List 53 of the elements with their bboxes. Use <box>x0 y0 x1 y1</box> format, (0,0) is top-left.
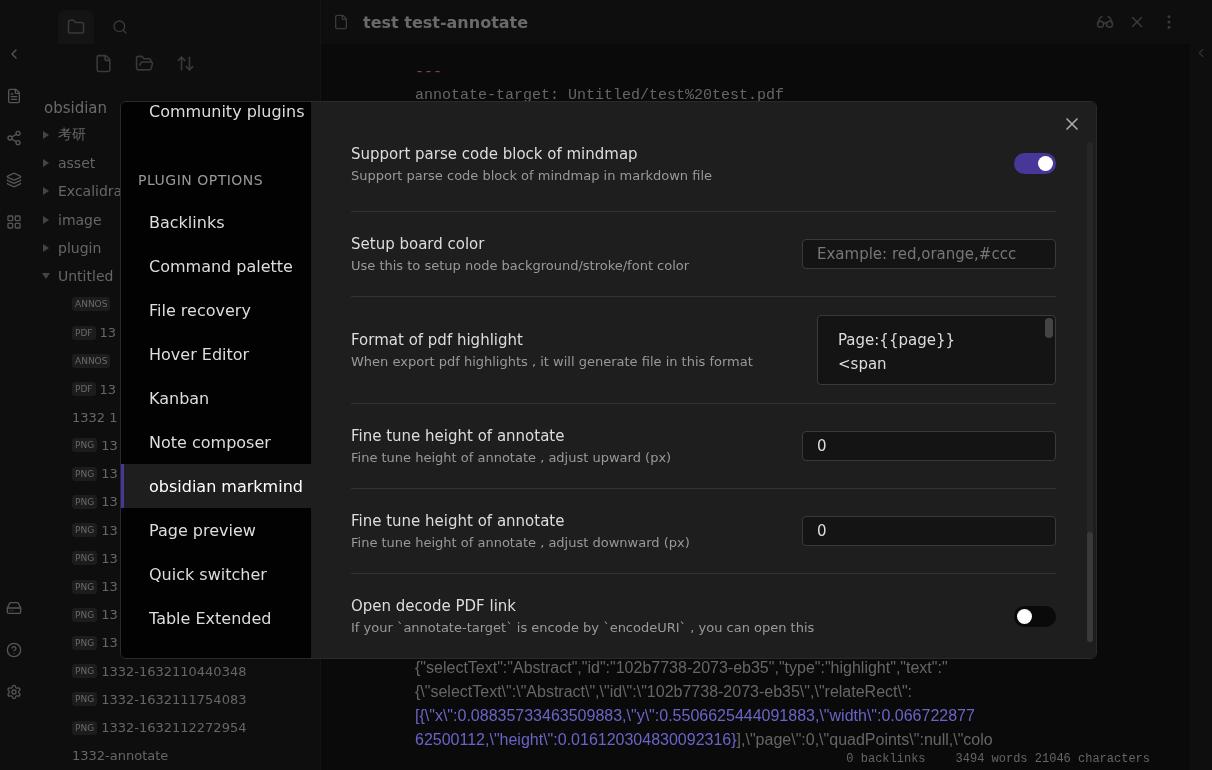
setting-description: Support parse code block of mindmap in markdown file <box>351 167 713 183</box>
file-name: 1332-annotate <box>72 748 169 764</box>
file-name: 13 <box>101 494 118 510</box>
backlinks-count: 0 backlinks <box>846 752 926 768</box>
file-name: 13 <box>101 522 118 538</box>
file-type-badge: PNG <box>72 579 98 594</box>
file-type-badge: ANNOS <box>72 353 111 368</box>
file-type-badge: PNG <box>72 551 98 566</box>
file-name: 1332-1632112272954 <box>101 720 247 736</box>
file-type-badge: PDF <box>72 382 96 396</box>
file-type-badge: PNG <box>72 494 98 509</box>
setting-description: Fine tune height of annotate , adjust upward (px) <box>351 450 672 465</box>
file-name: 1332 1 <box>72 409 118 425</box>
json-text-line: 62500112,\"height\":0.016120304830092316}],\"page\":0,\"quadPoints\":null,\"colo <box>415 730 994 750</box>
frontmatter-line: annotate-target: Untitled/test%20test.pdf <box>415 87 786 104</box>
word-count: 3494 words 21046 characters <box>955 752 1150 768</box>
frontmatter-delimiter: --- <box>415 64 443 81</box>
setting-description: Use this to setup node background/stroke/font color <box>351 258 690 273</box>
setting-name: Setup board color <box>351 235 486 253</box>
setting-name: Fine tune height of annotate <box>351 427 566 445</box>
file-type-badge: PNG <box>72 664 98 679</box>
file-type-badge: PNG <box>72 438 98 453</box>
json-text-line: {"selectText":"Abstract","id":"102b7738-2073-eb35","type":"highlight","text":" <box>415 658 949 678</box>
file-type-badge: ANNOS <box>72 297 111 312</box>
file-name: 13 <box>101 579 118 595</box>
setting-name: Fine tune height of annotate <box>351 512 566 530</box>
setting-description: If your `annotate-target` is encode by `encodeURI` , you can open this <box>351 620 815 635</box>
setting-name: Support parse code block of mindmap <box>351 144 639 163</box>
file-type-badge: PDF <box>72 325 96 340</box>
file-name: 13 <box>99 325 117 341</box>
json-text-line: [{\"x\":0.08835733463509883,\"y\":0.5506625444091883,\"width\":0.066722877 <box>415 706 976 726</box>
file-type-badge: PNG <box>72 523 98 538</box>
file-type-badge: PNG <box>72 692 98 707</box>
setting-description: When export pdf highlights , it will generate file in this format <box>351 354 753 369</box>
file-type-badge: PNG <box>72 607 98 622</box>
file-type-badge: PNG <box>72 720 98 735</box>
file-name: 13 <box>101 607 118 623</box>
nav-heading: PLUGIN OPTIONS <box>138 172 264 188</box>
file-name: 13 <box>101 635 118 651</box>
file-type-badge: PNG <box>72 635 98 650</box>
note-title: test test-annotate <box>363 12 530 32</box>
file-name: 13 <box>101 466 118 482</box>
file-name: 13 <box>101 550 118 566</box>
vault-name: obsidian <box>44 98 108 117</box>
setting-name: Format of pdf highlight <box>351 331 524 349</box>
setting-description: Fine tune height of annotate , adjust downward (px) <box>351 535 690 550</box>
file-name: 1332-1632110440348 <box>101 663 247 679</box>
file-name: 1332-1632111754083 <box>101 691 247 707</box>
file-name: 13 <box>101 437 118 453</box>
json-text-line: {\"selectText\":\"Abstract\",\"id\":\"102b7738-2073-eb35\",\"relateRect\": <box>415 682 914 702</box>
setting-name: Open decode PDF link <box>351 597 518 615</box>
file-type-badge: PNG <box>72 466 98 481</box>
file-name: 13 <box>99 381 117 397</box>
